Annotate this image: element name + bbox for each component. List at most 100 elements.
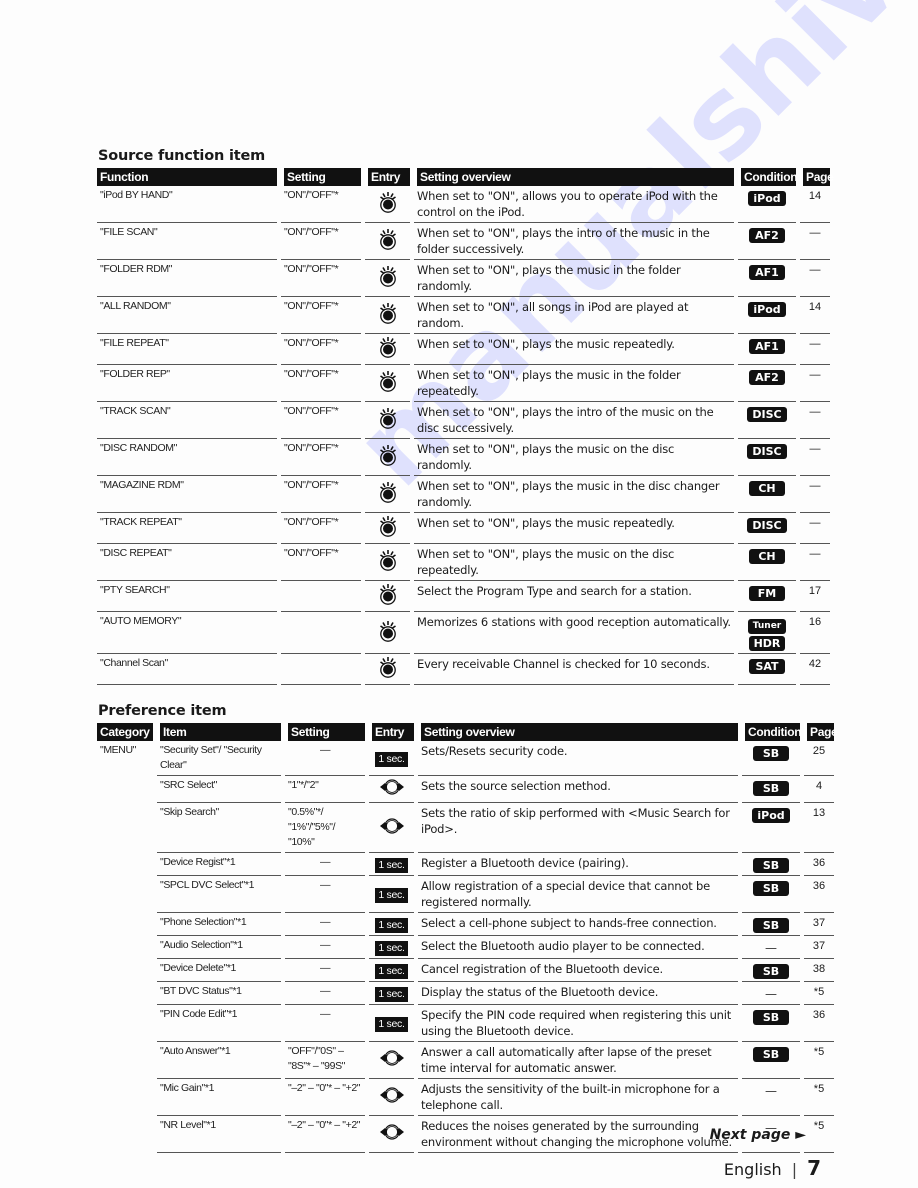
setting-overview: Every receivable Channel is checked for … — [414, 654, 734, 685]
condition-badge-sb: SB — [753, 858, 789, 873]
setting-value: "ON"/"OFF"* — [281, 513, 361, 544]
left-right-control-icon — [379, 1124, 405, 1144]
page-reference: — — [800, 260, 830, 297]
press-1-sec-icon: 1 sec. — [375, 857, 408, 873]
condition-badge-af1: AF1 — [749, 339, 785, 354]
left-right-control-icon — [379, 1050, 405, 1070]
condition-badge-sb: SB — [753, 746, 789, 761]
function-name: "DISC REPEAT" — [97, 544, 277, 581]
setting-value: "–2" – "0"* – "+2" — [285, 1079, 365, 1116]
entry-cell — [365, 260, 410, 297]
item-name: "Phone Selection"*1 — [157, 913, 281, 936]
condition-badge-fm: FM — [749, 586, 785, 601]
condition-cell: DISC — [738, 402, 796, 439]
table-row: "FILE REPEAT" "ON"/"OFF"* When set to "ON"… — [97, 334, 830, 365]
setting-value: — — [285, 1005, 365, 1042]
condition-badge-af2: AF2 — [749, 228, 785, 243]
control-knob-icon — [378, 550, 398, 574]
entry-cell — [365, 439, 410, 476]
item-name: "Skip Search" — [157, 803, 281, 853]
press-1-sec-icon: 1 sec. — [375, 1016, 408, 1032]
table-row: "Channel Scan" Every receivable Channel i… — [97, 654, 830, 685]
control-knob-icon — [378, 445, 398, 469]
press-1-sec-icon: 1 sec. — [375, 986, 408, 1002]
footer-separator: | — [791, 1160, 798, 1179]
item-name: "PIN Code Edit"*1 — [157, 1005, 281, 1042]
preference-item-table: Category Item Setting Entry Setting over… — [93, 723, 838, 1153]
condition-cell: Tuner HDR — [738, 612, 796, 654]
entry-cell — [369, 803, 414, 853]
left-right-control-icon — [379, 779, 405, 799]
entry-cell — [369, 1116, 414, 1153]
function-name: "FOLDER REP" — [97, 365, 277, 402]
entry-cell: 1 sec. — [369, 741, 414, 776]
page-reference: — — [800, 476, 830, 513]
entry-cell: 1 sec. — [369, 1005, 414, 1042]
function-name: "TRACK SCAN" — [97, 402, 277, 439]
table-row: "FILE SCAN" "ON"/"OFF"* When set to "ON", … — [97, 223, 830, 260]
setting-overview: Allow registration of a special device t… — [418, 876, 738, 913]
setting-overview: When set to "ON", plays the music in the… — [414, 476, 734, 513]
condition-cell: — — [742, 982, 800, 1005]
entry-cell: 1 sec. — [369, 982, 414, 1005]
setting-value: "ON"/"OFF"* — [281, 260, 361, 297]
header-page: Page — [800, 168, 834, 186]
setting-overview: Reduces the noises generated by the surr… — [418, 1116, 738, 1153]
page-reference: 17 — [800, 581, 830, 612]
press-1-sec-icon: 1 sec. — [375, 917, 408, 933]
header-setting: Setting — [281, 168, 361, 186]
setting-overview: When set to "ON", plays the intro of the… — [414, 402, 734, 439]
page-reference: 25 — [804, 741, 834, 776]
setting-overview: When set to "ON", all songs in iPod are … — [414, 297, 734, 334]
entry-cell — [365, 654, 410, 685]
item-name: "Auto Answer"*1 — [157, 1042, 281, 1079]
page-reference: 36 — [804, 853, 834, 876]
setting-value: — — [285, 876, 365, 913]
entry-cell — [365, 297, 410, 334]
condition-cell: CH — [738, 476, 796, 513]
page-footer: English | 7 — [724, 1156, 821, 1180]
preference-table-header: Category Item Setting Entry Setting over… — [97, 723, 838, 741]
condition-cell: — — [742, 1079, 800, 1116]
setting-value: — — [285, 741, 365, 776]
setting-overview: When set to "ON", plays the music repeat… — [414, 513, 734, 544]
table-row: "FOLDER RDM" "ON"/"OFF"* When set to "ON",… — [97, 260, 830, 297]
category-cell: "MENU" — [100, 744, 136, 756]
condition-cell: SB — [742, 853, 800, 876]
header-page: Page — [804, 723, 838, 741]
setting-value: — — [285, 959, 365, 982]
setting-value: "ON"/"OFF"* — [281, 223, 361, 260]
table-row: "SRC Select" "1"*/"2" Sets the source sele… — [97, 776, 834, 803]
condition-badge-ch: CH — [749, 549, 785, 564]
entry-cell — [365, 365, 410, 402]
page-reference: 13 — [804, 803, 834, 853]
table-row: "Phone Selection"*1— 1 sec. Select a cell-… — [97, 913, 834, 936]
setting-overview: Register a Bluetooth device (pairing). — [418, 853, 738, 876]
setting-overview: Sets the source selection method. — [418, 776, 738, 803]
function-name: "iPod BY HAND" — [97, 186, 277, 223]
setting-value: "ON"/"OFF"* — [281, 439, 361, 476]
control-knob-icon — [378, 620, 398, 645]
page-reference: — — [800, 513, 830, 544]
setting-overview: Sets/Resets security code. — [418, 741, 738, 776]
preference-table-body: "MENU" "Security Set"/ "Security Clear" —1… — [97, 741, 834, 1153]
setting-overview: When set to "ON", plays the music repeat… — [414, 334, 734, 365]
setting-value: "ON"/"OFF"* — [281, 186, 361, 223]
setting-overview: Display the status of the Bluetooth devi… — [418, 982, 738, 1005]
page-reference: — — [800, 334, 830, 365]
table-row: "Device Delete"*1— 1 sec. Cancel registrat… — [97, 959, 834, 982]
entry-cell — [365, 513, 410, 544]
no-condition: — — [765, 941, 777, 955]
control-knob-icon — [378, 516, 398, 540]
setting-overview: When set to "ON", plays the music in the… — [414, 260, 734, 297]
condition-cell: FM — [738, 581, 796, 612]
entry-cell — [369, 776, 414, 803]
next-page-link[interactable]: Next page ► — [710, 1127, 806, 1143]
header-function: Function — [97, 168, 277, 186]
table-row: "DISC RANDOM" "ON"/"OFF"* When set to "ON"… — [97, 439, 830, 476]
table-row: "FOLDER REP" "ON"/"OFF"* When set to "ON",… — [97, 365, 830, 402]
setting-value: — — [285, 936, 365, 959]
condition-cell: SB — [742, 876, 800, 913]
table-row: "MAGAZINE RDM" "ON"/"OFF"* When set to "ON… — [97, 476, 830, 513]
function-name: "FOLDER RDM" — [97, 260, 277, 297]
